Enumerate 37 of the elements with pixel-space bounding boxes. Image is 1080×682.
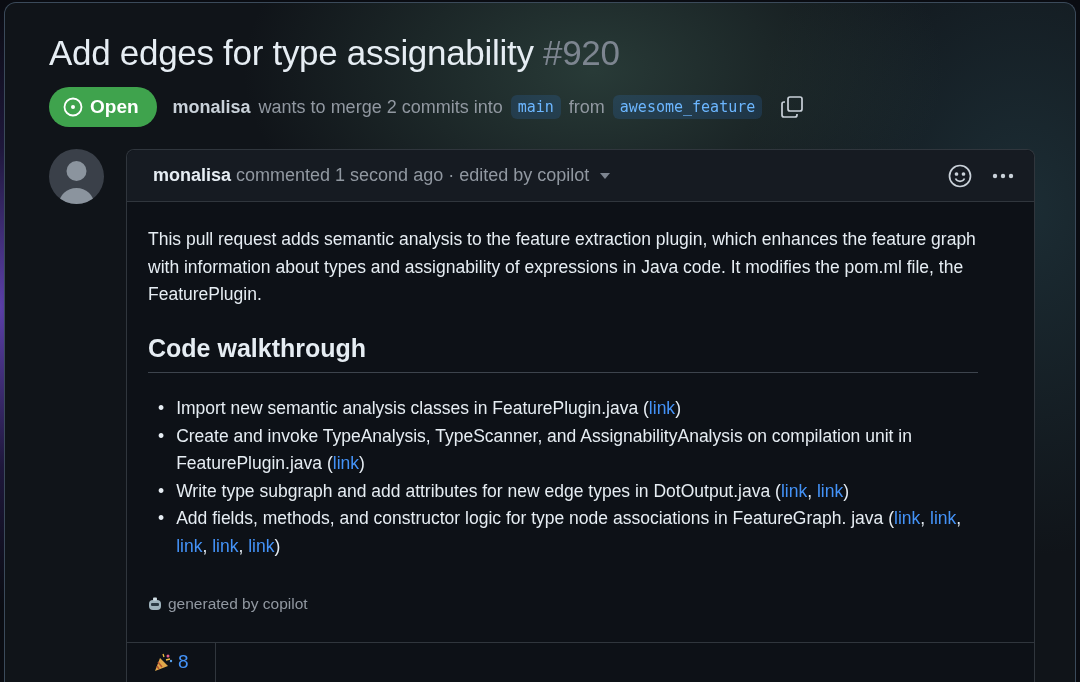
list-item: Write type subgraph and add attributes for new edge types in DotOutput.java (link, link) — [176, 479, 849, 503]
more-options-icon[interactable] — [992, 172, 1014, 179]
bullet-marker: • — [158, 479, 165, 503]
list-item: Add fields, methods, and constructor logic for type node associations in FeatureGraph. java (link, link, link, link, link) — [176, 507, 963, 558]
link[interactable]: link — [816, 480, 844, 501]
section-heading: Code walkthrough — [148, 334, 978, 374]
comment-paragraph: This pull request adds semantic analysis to the feature extraction plugin, which enhances the feature graph with information about types and assignability of expressions in Java code. It modifies the pom.ml file, the FeaturePlugin. — [148, 228, 977, 307]
link[interactable]: link — [212, 535, 239, 556]
comment-header: monalisa commented 1 second ago · edited by copilot — [153, 165, 590, 187]
merge-text: from — [568, 96, 605, 118]
smiley-icon[interactable] — [948, 163, 972, 188]
link[interactable]: link — [894, 508, 921, 529]
branch-label[interactable]: main — [510, 95, 561, 119]
link[interactable]: link — [930, 508, 957, 529]
robot-icon — [148, 596, 162, 611]
footer-note: generated by copilot — [168, 594, 308, 615]
link[interactable]: link — [176, 535, 203, 556]
open-status-icon — [63, 97, 83, 117]
author-link[interactable]: monalisa — [172, 96, 251, 118]
bullet-marker: • — [158, 397, 165, 421]
merge-text: wants to merge 2 commits into — [258, 96, 503, 118]
link[interactable]: link — [648, 398, 676, 419]
user-avatar[interactable] — [49, 149, 104, 204]
reaction-button[interactable]: 8 — [127, 642, 216, 682]
bullet-marker: • — [158, 507, 165, 531]
link[interactable]: link — [332, 453, 360, 474]
list-item: Create and invoke TypeAnalysis, TypeScanner, and AssignabilityAnalysis on compilation unit in FeaturePlugin.java (link) — [176, 424, 913, 476]
link[interactable]: link — [780, 480, 808, 501]
pr-title: Add edges for type assignability #920 — [49, 33, 621, 73]
list-item: Import new semantic analysis classes in FeaturePlugin.java (link) — [176, 397, 681, 421]
bullet-marker: • — [158, 424, 165, 448]
caret-icon[interactable] — [599, 171, 612, 180]
party-popper-icon — [153, 652, 173, 673]
link[interactable]: link — [248, 535, 275, 556]
copy-icon[interactable] — [780, 95, 805, 119]
status-badge: Open — [49, 87, 157, 127]
branch-label[interactable]: awesome_feature — [612, 95, 763, 119]
